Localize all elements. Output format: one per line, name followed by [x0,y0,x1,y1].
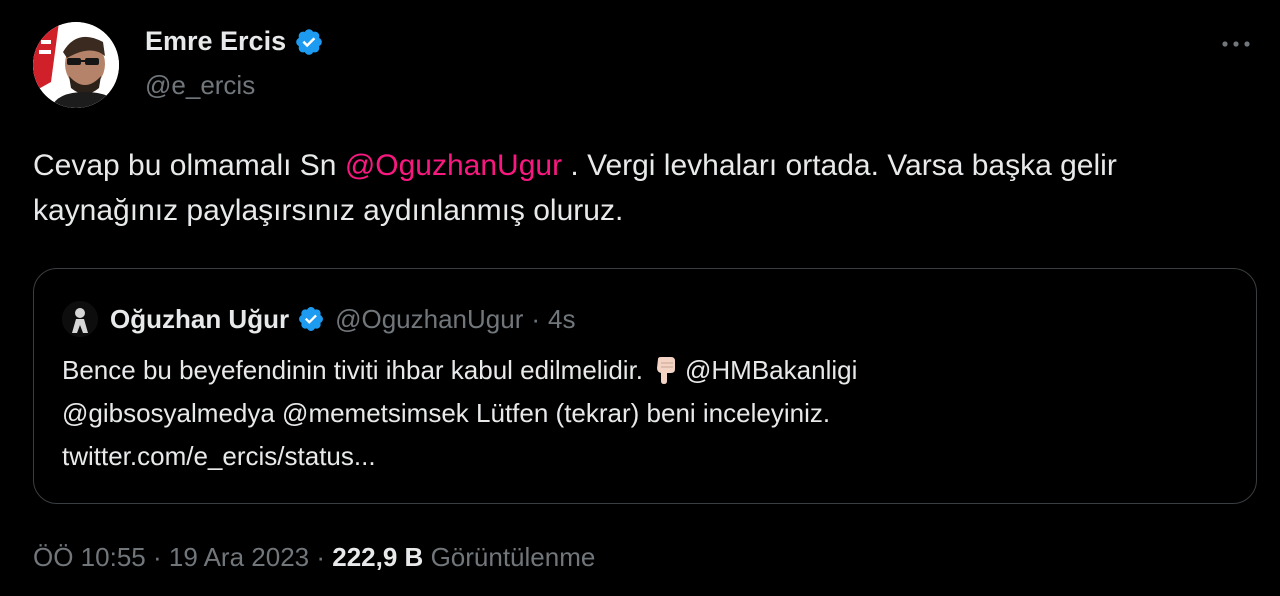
quoted-author-name[interactable]: Oğuzhan Uğur [110,304,289,335]
more-horizontal-icon [1222,41,1250,47]
author-handle[interactable]: @e_ercis [145,70,255,101]
views-count[interactable]: 222,9 B [332,542,423,572]
tweet[interactable]: Emre Ercis @e_ercis Cevap bu olmamalı Sn… [0,0,1280,596]
verified-badge-icon [299,307,324,331]
quoted-line-1-text: Bence bu beyefendinin tiviti ihbar kabul… [62,355,644,385]
quoted-tweet-time[interactable]: 4s [548,304,575,335]
tweet-mention-link[interactable]: @OguzhanUgur [345,149,562,182]
separator-dot: · [152,542,162,572]
tweet-time[interactable]: ÖÖ 10:55 [33,542,146,572]
quoted-author-avatar[interactable] [62,301,98,337]
author-name-row[interactable]: Emre Ercis [145,26,324,57]
quoted-tweet-text: Bence bu beyefendinin tiviti ihbar kabul… [62,349,1232,478]
quoted-line-1: Bence bu beyefendinin tiviti ihbar kabul… [62,349,1232,392]
quoted-tweet[interactable]: Oğuzhan Uğur @OguzhanUgur · 4s Bence bu … [33,268,1257,504]
quoted-author-handle[interactable]: @OguzhanUgur [335,304,523,335]
pointing-down-emoji [657,357,676,384]
tweet-text: Cevap bu olmamalı Sn @OguzhanUgur . Verg… [33,143,1233,233]
more-button[interactable] [1216,24,1256,64]
views-label: Görüntülenme [430,542,596,572]
quoted-mention-hmbakanligi[interactable]: @HMBakanligi [685,355,857,385]
separator-dot: · [531,303,541,334]
tweet-date[interactable]: 19 Ara 2023 [169,542,309,572]
quoted-line-3-link[interactable]: twitter.com/e_ercis/status... [62,435,1232,478]
separator-dot: · [316,542,326,572]
tweet-text-part1: Cevap bu olmamalı Sn [33,149,345,182]
author-name[interactable]: Emre Ercis [145,26,286,57]
tweet-meta: ÖÖ 10:55 · 19 Ara 2023 · 222,9 B Görüntü… [33,542,595,573]
quoted-line-2: @gibsosyalmedya @memetsimsek Lütfen (tek… [62,398,831,428]
author-avatar[interactable] [33,22,119,108]
verified-badge-icon [296,28,322,55]
quoted-tweet-header: Oğuzhan Uğur @OguzhanUgur · 4s [62,301,576,337]
